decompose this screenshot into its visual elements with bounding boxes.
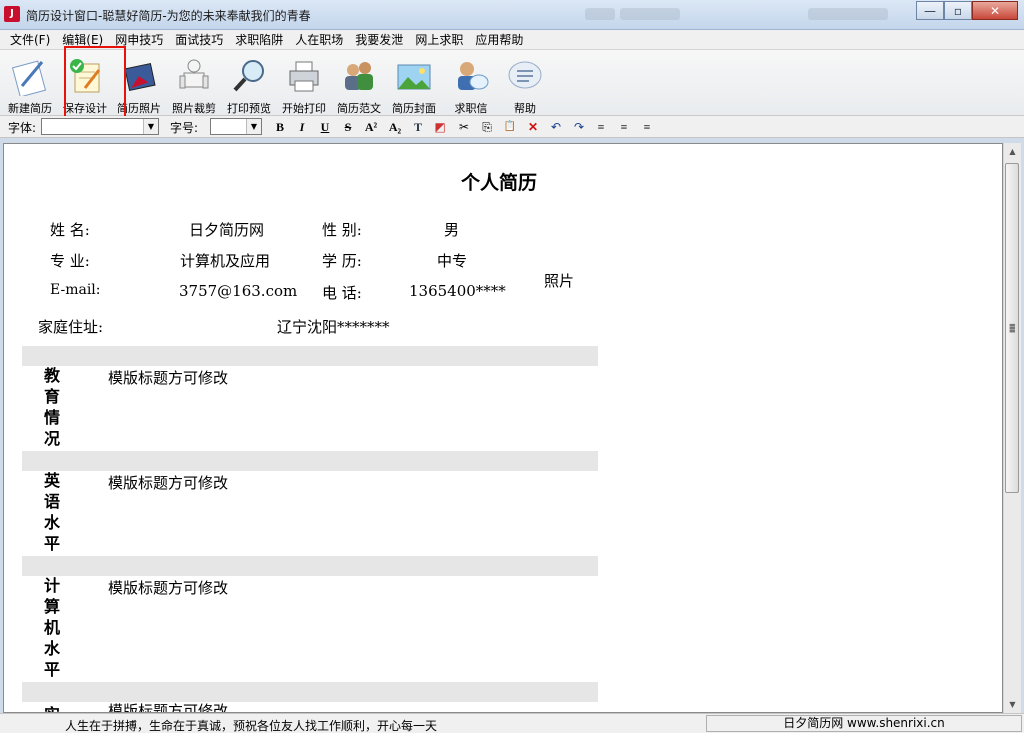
gender-label: 性 别: — [322, 221, 362, 239]
grip-icon: ▬ ▬ ▬ — [1009, 321, 1016, 335]
menu-job-traps[interactable]: 求职陷阱 — [229, 31, 289, 48]
background-window-ghost — [585, 8, 615, 20]
status-bar: 人生在于拼搏，生命在于真诚，预祝各位友人找工作顺利，开心每一天 日夕简历网 ww… — [0, 713, 1024, 733]
address-value[interactable]: 辽宁沈阳******* — [277, 316, 390, 337]
delete-button[interactable]: ✕ — [524, 119, 542, 135]
text-color-button[interactable]: T — [409, 119, 427, 135]
photo-crop-button[interactable]: 照片裁剪 — [166, 56, 222, 115]
cut-button[interactable]: ✂ — [455, 119, 473, 135]
menu-bar: 文件(F) 编辑(E) 网申技巧 面试技巧 求职陷阱 人在职场 我要发泄 网上求… — [0, 30, 1024, 50]
address-label: 家庭住址: — [38, 318, 104, 336]
scrollbar-thumb[interactable]: ▬ ▬ ▬ — [1005, 163, 1019, 493]
maximize-button[interactable]: ▫ — [944, 1, 972, 20]
menu-file[interactable]: 文件(F) — [4, 31, 56, 48]
align-left-button[interactable]: ≡ — [592, 119, 610, 135]
sample-resume-icon — [345, 62, 373, 90]
italic-button[interactable]: I — [293, 119, 311, 135]
section-english-body[interactable]: 模版标题方可修改 — [108, 472, 228, 493]
menu-workplace[interactable]: 人在职场 — [289, 31, 349, 48]
cover-letter-icon — [458, 62, 489, 90]
email-value[interactable]: 3757@163.com — [179, 282, 297, 300]
app-icon: J — [4, 6, 20, 22]
menu-help[interactable]: 应用帮助 — [469, 31, 529, 48]
subscript-button[interactable]: A₂ — [386, 119, 404, 135]
section-english-title: 英语水平 — [44, 471, 61, 553]
redo-button[interactable]: ↷ — [570, 119, 588, 135]
document-canvas[interactable]: 个人简历 姓 名: 日夕简历网 性 别: 男 专 业: 计算机及应用 学 历: … — [3, 143, 1003, 713]
help-button[interactable]: 帮助 — [497, 56, 553, 115]
printer-icon — [289, 61, 319, 92]
section-education-title: 教育情况 — [44, 366, 61, 448]
align-center-button[interactable]: ≡ — [615, 119, 633, 135]
background-window-ghost — [620, 8, 680, 20]
minimize-button[interactable]: — — [916, 1, 944, 20]
section-computer-body[interactable]: 模版标题方可修改 — [108, 577, 228, 598]
section-education-body[interactable]: 模版标题方可修改 — [108, 367, 228, 388]
start-print-button[interactable]: 开始打印 — [276, 56, 332, 115]
bold-button[interactable]: B — [271, 119, 289, 135]
major-value[interactable]: 计算机及应用 — [180, 250, 270, 271]
resume-cover-icon — [397, 64, 431, 90]
menu-interview-tips[interactable]: 面试技巧 — [169, 31, 229, 48]
section-practice-title: 实 — [44, 704, 62, 712]
menu-vent[interactable]: 我要发泄 — [349, 31, 409, 48]
photo-placeholder[interactable]: 照片 — [544, 270, 574, 291]
chevron-down-icon: ▼ — [246, 119, 261, 134]
fill-color-button[interactable]: ◩ — [431, 119, 449, 135]
name-label: 姓 名: — [50, 221, 90, 239]
section-computer-title: 计算机水平 — [44, 576, 61, 679]
section-divider — [22, 346, 598, 366]
font-size-select[interactable]: ▼ — [210, 118, 262, 135]
undo-button[interactable]: ↶ — [547, 119, 565, 135]
resume-cover-button[interactable]: 简历封面 — [386, 56, 442, 115]
superscript-button[interactable]: A² — [362, 119, 380, 135]
align-right-button[interactable]: ≡ — [638, 119, 656, 135]
status-website: 日夕简历网 www.shenrixi.cn — [706, 715, 1022, 732]
help-icon — [508, 61, 542, 89]
resume-title: 个人简历 — [461, 172, 538, 194]
phone-label: 电 话: — [322, 284, 362, 302]
gender-value[interactable]: 男 — [444, 219, 459, 240]
strikethrough-button[interactable]: S — [339, 119, 357, 135]
name-value[interactable]: 日夕简历网 — [189, 219, 264, 240]
scroll-up-icon[interactable]: ▲ — [1004, 143, 1021, 160]
education-label: 学 历: — [322, 252, 362, 270]
print-preview-button[interactable]: 打印预览 — [221, 56, 277, 115]
photo-crop-icon — [179, 59, 209, 89]
sample-resume-button[interactable]: 简历范文 — [331, 56, 387, 115]
format-bar: 字体: ▼ 字号: ▼ B I U S A² A₂ T ◩ ✂ ⎘ 📋 ✕ ↶ … — [0, 116, 1024, 138]
section-practice-body[interactable]: 模版标题方可修改 — [108, 700, 228, 712]
major-label: 专 业: — [50, 252, 90, 270]
section-divider — [22, 556, 598, 576]
copy-button[interactable]: ⎘ — [478, 119, 496, 135]
paste-button[interactable]: 📋 — [501, 119, 519, 135]
underline-button[interactable]: U — [316, 119, 334, 135]
background-window-ghost — [808, 8, 888, 20]
toolbar: 新建简历 保存设计 简历照片 照片裁剪 打印预览 开始打印 简历范文 简历封面 … — [0, 50, 1024, 116]
chevron-down-icon: ▼ — [143, 119, 158, 134]
menu-online-job[interactable]: 网上求职 — [409, 31, 469, 48]
education-value[interactable]: 中专 — [437, 250, 467, 271]
new-resume-icon — [11, 60, 47, 96]
new-resume-button[interactable]: 新建简历 — [2, 56, 58, 115]
print-preview-icon — [233, 60, 264, 92]
title-bar: J 简历设计窗口-聪慧好简历-为您的未来奉献我们的青春 — ▫ ✕ — [0, 0, 1024, 30]
window-title: 简历设计窗口-聪慧好简历-为您的未来奉献我们的青春 — [26, 9, 311, 23]
section-divider — [22, 451, 598, 471]
status-message: 人生在于拼搏，生命在于真诚，预祝各位友人找工作顺利，开心每一天 — [65, 719, 438, 733]
highlight-annotation — [64, 46, 126, 126]
font-label: 字体: — [8, 121, 37, 135]
size-label: 字号: — [170, 121, 199, 135]
font-select[interactable]: ▼ — [41, 118, 159, 135]
close-button[interactable]: ✕ — [972, 1, 1018, 20]
phone-value[interactable]: 1365400**** — [409, 282, 506, 300]
section-divider — [22, 682, 598, 702]
scroll-down-icon[interactable]: ▼ — [1004, 696, 1021, 713]
email-label: E-mail: — [50, 282, 101, 298]
vertical-scrollbar[interactable]: ▲ ▬ ▬ ▬ ▼ — [1003, 143, 1021, 713]
